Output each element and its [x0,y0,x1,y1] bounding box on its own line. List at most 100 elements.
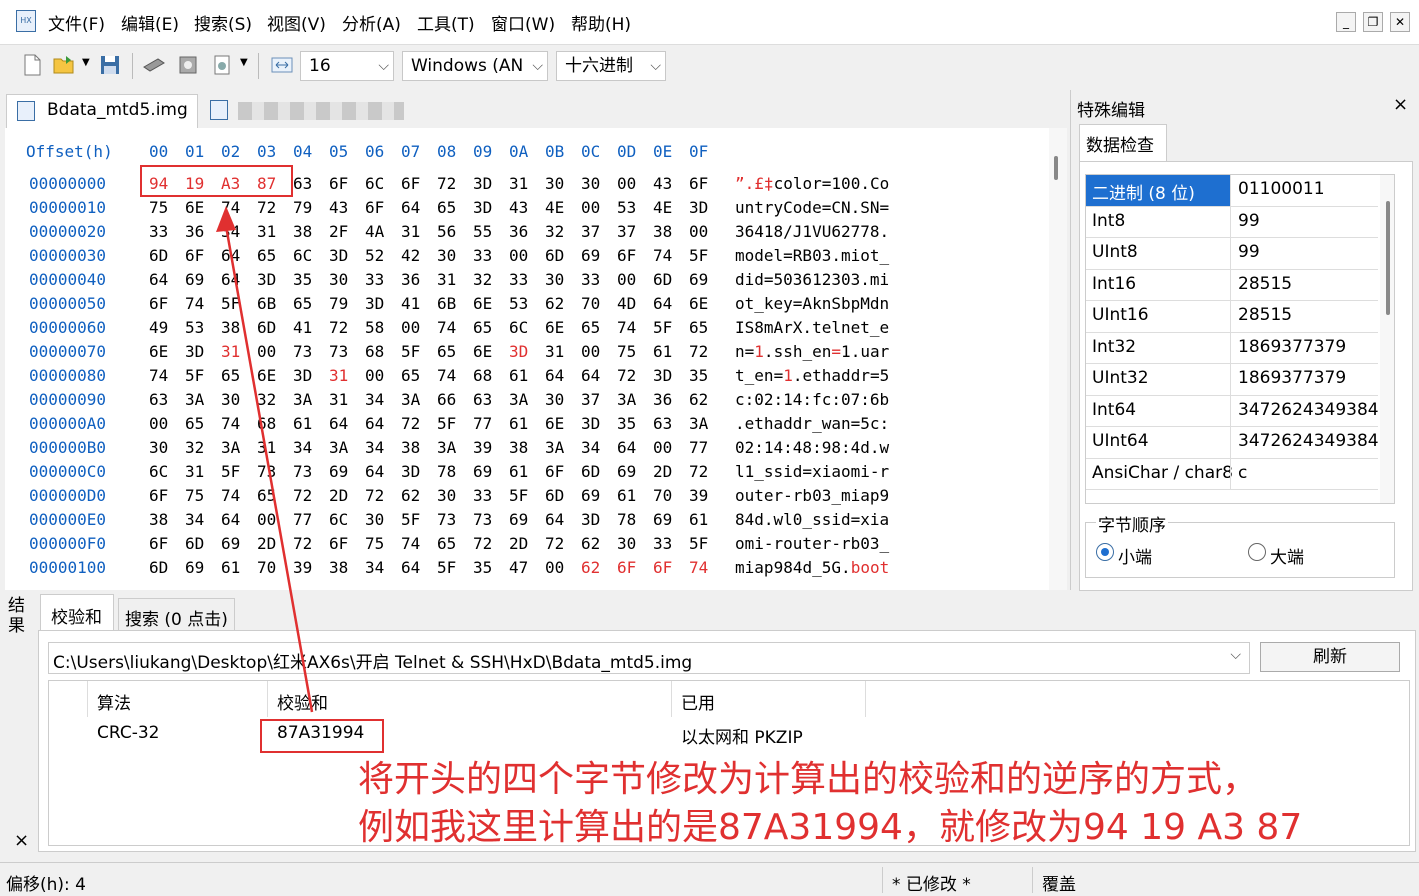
hex-byte[interactable]: 6D [257,318,276,337]
hex-byte[interactable]: 56 [437,222,456,241]
hex-byte[interactable]: 6E [149,342,168,361]
hex-byte[interactable]: 6D [545,246,564,265]
bytes-per-row-select[interactable]: 16 ⌵ [300,51,394,81]
hex-byte[interactable]: 00 [581,342,600,361]
ram-icon[interactable] [142,53,166,77]
hex-byte[interactable]: 35 [293,270,312,289]
hex-byte[interactable]: 00 [689,222,708,241]
hex-byte[interactable]: 75 [185,486,204,505]
hex-byte[interactable]: 34 [365,390,384,409]
row-text[interactable]: IS8mArX.telnet_e [735,318,889,337]
hex-byte[interactable]: 65 [257,486,276,505]
radio-big-endian[interactable] [1248,543,1266,561]
hex-byte[interactable]: 53 [185,318,204,337]
file-path-select[interactable]: C:\Users\liukang\Desktop\红米AX6s\开启 Telne… [48,642,1250,674]
hex-byte[interactable]: 62 [545,294,564,313]
save-icon[interactable] [98,53,122,77]
hex-byte[interactable]: 6D [185,534,204,553]
hex-byte[interactable]: 6C [329,510,348,529]
hex-byte[interactable]: 68 [365,342,384,361]
hex-byte[interactable]: 3D [509,342,528,361]
hex-byte[interactable]: 72 [545,534,564,553]
hex-byte[interactable]: 73 [257,462,276,481]
hex-byte[interactable]: 6B [257,294,276,313]
hex-byte[interactable]: 69 [689,270,708,289]
close-icon[interactable]: × [1393,94,1408,115]
menu-tools[interactable]: 工具(T) [417,10,475,35]
hex-byte[interactable]: 30 [221,390,240,409]
hex-row[interactable]: 000000B0 30 32 3A 31 34 3A 34 38 3A 39 38 3A 34 64 00 77… [5,438,1045,462]
hex-byte[interactable]: 6D [149,558,168,577]
hex-byte[interactable]: 30 [545,390,564,409]
hex-byte[interactable]: 3D [581,414,600,433]
hex-row[interactable]: 000000F0 6F 6D 69 2D 72 6F 75 74 65 72 2D 72 62 30 33 5F… [5,534,1045,558]
hex-byte[interactable]: 3A [185,390,204,409]
hex-byte[interactable]: 47 [509,558,528,577]
row-text[interactable]: .ethaddr_wan=5c: [735,414,889,433]
hex-byte[interactable]: 69 [329,462,348,481]
hex-byte[interactable]: 74 [221,198,240,217]
hex-byte[interactable]: 32 [185,438,204,457]
hex-byte[interactable]: 73 [473,510,492,529]
close-icon[interactable]: ✕ [1390,12,1410,32]
hex-byte[interactable]: 34 [221,222,240,241]
hex-byte[interactable]: 2D [653,462,672,481]
hex-byte[interactable]: 72 [293,486,312,505]
hex-byte[interactable]: 39 [473,438,492,457]
hex-byte[interactable]: 38 [149,510,168,529]
hex-byte[interactable]: 3D [581,510,600,529]
hex-byte[interactable]: 00 [149,414,168,433]
tab-bdata-mtd5[interactable]: Bdata_mtd5.img [6,94,198,128]
hex-byte[interactable]: 3A [329,438,348,457]
open-dropdown-icon[interactable]: ▼ [82,57,90,68]
row-text[interactable]: ”.£‡color=100.Co [735,174,889,193]
hex-byte[interactable]: 72 [365,486,384,505]
document-dropdown-icon[interactable]: ▼ [240,57,248,68]
hex-byte[interactable]: 64 [581,366,600,385]
hex-byte[interactable]: 6D [653,270,672,289]
hex-byte[interactable]: 31 [185,462,204,481]
hex-byte[interactable]: 3D [257,270,276,289]
hex-byte[interactable]: 39 [689,486,708,505]
hex-row[interactable]: 000000A0 00 65 74 68 61 64 64 72 5F 77 61 6E 3D 35 63 3A… [5,414,1045,438]
hex-byte[interactable]: 75 [617,342,636,361]
hex-byte[interactable]: 6E [473,294,492,313]
hex-byte[interactable]: 64 [329,414,348,433]
hex-byte[interactable]: 75 [149,198,168,217]
hex-byte[interactable]: 65 [401,366,420,385]
hex-byte[interactable]: 35 [617,414,636,433]
hex-byte[interactable]: 31 [257,438,276,457]
hex-byte[interactable]: 43 [509,198,528,217]
disk-icon[interactable] [176,53,200,77]
hex-byte[interactable]: 31 [329,390,348,409]
hex-row[interactable]: 000000D0 6F 75 74 65 72 2D 72 62 30 33 5F 6D 69 61 70 39… [5,486,1045,510]
hex-byte[interactable]: 3D [329,246,348,265]
hex-byte[interactable]: 6C [149,462,168,481]
hex-byte[interactable]: 42 [401,246,420,265]
hex-byte[interactable]: 5F [437,414,456,433]
hex-byte[interactable]: 64 [221,510,240,529]
table-row[interactable]: CRC-32 87A31994 以太网和 PKZIP [49,717,1409,749]
hex-byte[interactable]: 77 [473,414,492,433]
hex-byte[interactable]: 6C [365,174,384,193]
hex-byte[interactable]: 3D [653,366,672,385]
hex-byte[interactable]: 68 [257,414,276,433]
scrollbar-thumb[interactable] [1054,156,1058,180]
inspector-row[interactable]: UInt16 28515 [1086,301,1378,333]
menu-help[interactable]: 帮助(H) [571,10,631,35]
hex-byte[interactable]: 64 [221,270,240,289]
hex-byte[interactable]: 64 [365,414,384,433]
hex-byte[interactable]: 38 [401,438,420,457]
hex-byte[interactable]: 6D [581,462,600,481]
row-text[interactable]: l1_ssid=xiaomi-r [735,462,889,481]
hex-byte[interactable]: 6B [437,294,456,313]
hex-byte[interactable]: 37 [581,390,600,409]
hex-byte[interactable]: 53 [509,294,528,313]
hex-byte[interactable]: 65 [689,318,708,337]
hex-byte[interactable]: 31 [401,222,420,241]
scrollbar-thumb[interactable] [1386,201,1390,315]
column-header-used[interactable]: 已用 [681,689,715,714]
hex-byte[interactable]: 6E [689,294,708,313]
hex-byte[interactable]: 64 [545,366,564,385]
hex-byte[interactable]: 30 [365,510,384,529]
